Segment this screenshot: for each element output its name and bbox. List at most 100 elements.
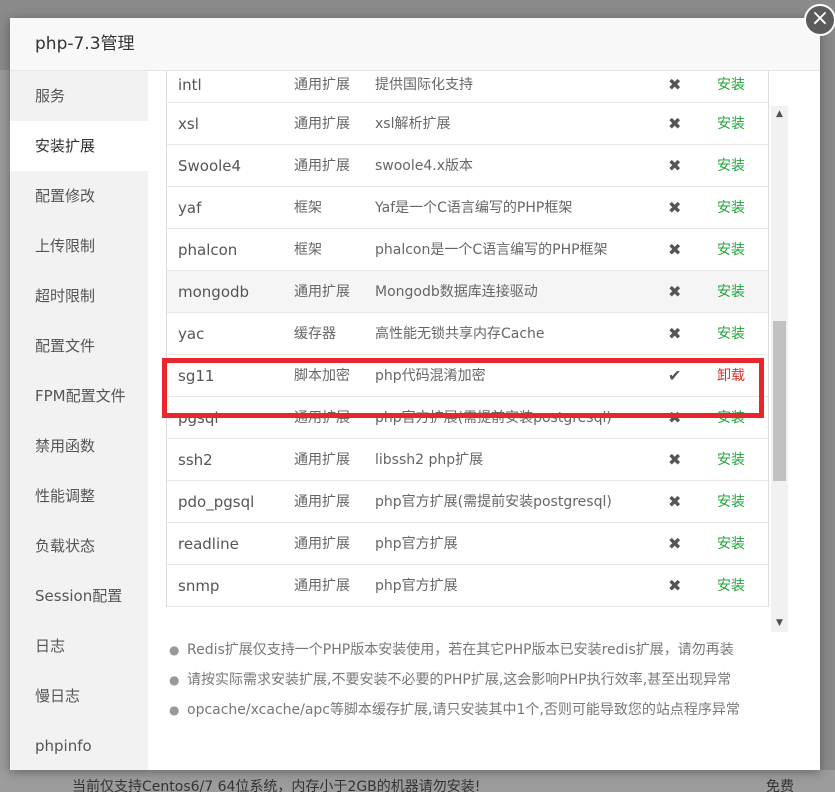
sidebar-item[interactable]: phpinfo	[10, 721, 148, 771]
close-icon[interactable]: ×	[804, 4, 835, 36]
notes-list: ● Redis扩展仅支持一个PHP版本安装使用，若在其它PHP版本已安装redis…	[165, 635, 805, 725]
sidebar-item[interactable]: 配置修改	[10, 171, 148, 221]
table-scrollbar[interactable]: ▲ ▼	[771, 106, 788, 632]
sidebar-item[interactable]: 日志	[10, 621, 148, 671]
install-button[interactable]: 安装	[717, 313, 745, 355]
bullet-icon: ●	[169, 673, 180, 687]
extension-category: 通用扩展	[294, 158, 350, 174]
sidebar-item[interactable]: 慢日志	[10, 671, 148, 721]
extension-description: php官方扩展(需提前安装postgresql)	[375, 494, 612, 510]
install-button[interactable]: 安装	[717, 271, 745, 313]
extension-row: snmp 通用扩展 php官方扩展 ✖ 安装	[167, 565, 768, 607]
extension-name: mongodb	[178, 283, 250, 301]
install-button[interactable]: 安装	[717, 229, 745, 271]
scroll-up-arrow-icon[interactable]: ▲	[771, 106, 788, 123]
install-button[interactable]: 安装	[717, 145, 745, 187]
dialog-title: php-7.3管理	[35, 34, 135, 54]
extension-name: yaf	[178, 199, 202, 217]
sidebar-item[interactable]: 配置文件	[10, 321, 148, 371]
cross-icon: ✖	[668, 156, 682, 175]
sidebar-item[interactable]: 性能调整	[10, 471, 148, 521]
sidebar-item[interactable]: 上传限制	[10, 221, 148, 271]
extension-category: 通用扩展	[294, 578, 350, 594]
cross-icon: ✖	[668, 492, 682, 511]
extension-row: phalcon 框架 phalcon是一个C语言编写的PHP框架 ✖ 安装	[167, 229, 768, 271]
php-manager-dialog: php-7.3管理 服务 安装扩展 配置修改 上传限制 超时限制 配置文件 FPM配置文件禁…	[10, 18, 820, 770]
sidebar-item[interactable]: 负载状态	[10, 521, 148, 571]
extension-category: 通用扩展	[294, 452, 350, 468]
sidebar-item[interactable]: 服务	[10, 71, 148, 121]
extension-row: Swoole4 通用扩展 swoole4.x版本 ✖ 安装	[167, 145, 768, 187]
background-bottom-text: 当前仅支持Centos6/7 64位系统，内存小于2GB的机器请勿安装!	[72, 779, 481, 792]
extension-name: yac	[178, 325, 205, 343]
cross-icon: ✖	[668, 114, 682, 133]
extension-row: xsl 通用扩展 xsl解析扩展 ✖ 安装	[167, 103, 768, 145]
cross-icon: ✖	[668, 576, 682, 595]
extension-category: 通用扩展	[294, 536, 350, 552]
extension-category: 通用扩展	[294, 77, 350, 93]
extension-description: 高性能无锁共享内存Cache	[375, 326, 545, 342]
extensions-table: intl 通用扩展 提供国际化支持 ✖ 安装 xsl 通用扩展 xsl解析扩展 ✖ 安装 Swool…	[166, 71, 769, 607]
install-button[interactable]: 安装	[717, 187, 745, 229]
extension-category: 框架	[294, 200, 322, 216]
uninstall-button[interactable]: 卸载	[717, 355, 745, 397]
extension-name: pgsql	[178, 409, 219, 427]
extension-name: sg11	[178, 367, 215, 385]
sidebar-item[interactable]: 安装扩展	[10, 121, 148, 171]
install-button[interactable]: 安装	[717, 71, 745, 99]
install-button[interactable]: 安装	[717, 439, 745, 481]
install-button[interactable]: 安装	[717, 397, 745, 439]
note-text: 请按实际需求安装扩展,不要安装不必要的PHP扩展,这会影响PHP执行效率,甚至出…	[187, 672, 732, 688]
background-footer: 当前仅支持Centos6/7 64位系统，内存小于2GB的机器请勿安装! 免费	[0, 770, 835, 792]
extension-name: pdo_pgsql	[178, 493, 255, 511]
extension-category: 通用扩展	[294, 494, 350, 510]
cross-icon: ✖	[668, 534, 682, 553]
install-button[interactable]: 安装	[717, 523, 745, 565]
extension-description: 提供国际化支持	[375, 77, 473, 93]
extension-name: Swoole4	[178, 157, 242, 175]
bullet-icon: ●	[169, 703, 180, 717]
extension-category: 框架	[294, 242, 322, 258]
extension-description: php官方扩展(需提前安装postgresql)	[375, 410, 612, 426]
extension-name: ssh2	[178, 451, 213, 469]
extension-description: php官方扩展	[375, 578, 458, 594]
note-text: opcache/xcache/apc等脚本缓存扩展,请只安装其中1个,否则可能导…	[187, 702, 740, 718]
note-text: Redis扩展仅支持一个PHP版本安装使用，若在其它PHP版本已安装redis扩…	[187, 642, 734, 658]
install-button[interactable]: 安装	[717, 103, 745, 145]
extension-row: pdo_pgsql 通用扩展 php官方扩展(需提前安装postgresql) ✖ 安装	[167, 481, 768, 523]
note-item: ● Redis扩展仅支持一个PHP版本安装使用，若在其它PHP版本已安装redis…	[165, 635, 805, 665]
sidebar-item[interactable]: FPM配置文件	[10, 371, 148, 421]
extension-name: readline	[178, 535, 239, 553]
extensions-table-viewport: intl 通用扩展 提供国际化支持 ✖ 安装 xsl 通用扩展 xsl解析扩展 ✖ 安装 Swool…	[166, 71, 789, 615]
install-button[interactable]: 安装	[717, 565, 745, 607]
extension-description: php代码混淆加密	[375, 368, 486, 384]
extension-category: 通用扩展	[294, 116, 350, 132]
dialog-header: php-7.3管理	[10, 18, 820, 71]
extension-description: swoole4.x版本	[375, 158, 474, 174]
extension-name: snmp	[178, 577, 220, 595]
extension-row: ssh2 通用扩展 libssh2 php扩展 ✖ 安装	[167, 439, 768, 481]
extension-row: yaf 框架 Yaf是一个C语言编写的PHP框架 ✖ 安装	[167, 187, 768, 229]
extension-category: 通用扩展	[294, 284, 350, 300]
extension-row: mongodb 通用扩展 Mongodb数据库连接驱动 ✖ 安装	[167, 271, 768, 313]
extension-row: pgsql 通用扩展 php官方扩展(需提前安装postgresql) ✖ 安装	[167, 397, 768, 439]
cross-icon: ✖	[668, 240, 682, 259]
background-bottom-right: 免费	[766, 779, 794, 792]
extension-category: 脚本加密	[294, 368, 350, 384]
install-button[interactable]: 安装	[717, 481, 745, 523]
note-item: ● opcache/xcache/apc等脚本缓存扩展,请只安装其中1个,否则可能…	[165, 695, 805, 725]
extension-row: yac 缓存器 高性能无锁共享内存Cache ✖ 安装	[167, 313, 768, 355]
extension-row: intl 通用扩展 提供国际化支持 ✖ 安装	[167, 71, 768, 103]
extension-name: xsl	[178, 115, 199, 133]
scroll-down-arrow-icon[interactable]: ▼	[771, 615, 788, 632]
sidebar-item[interactable]: 禁用函数	[10, 421, 148, 471]
extension-row: readline 通用扩展 php官方扩展 ✖ 安装	[167, 523, 768, 565]
background-page-strip	[0, 70, 10, 770]
extension-description: libssh2 php扩展	[375, 452, 484, 468]
sidebar: 服务 安装扩展 配置修改 上传限制 超时限制 配置文件 FPM配置文件 禁用函数 性能调整 负载状…	[10, 71, 148, 770]
scroll-thumb[interactable]	[773, 321, 786, 481]
cross-icon: ✖	[668, 75, 682, 94]
sidebar-item[interactable]: Session配置	[10, 571, 148, 621]
cross-icon: ✖	[668, 198, 682, 217]
sidebar-item[interactable]: 超时限制	[10, 271, 148, 321]
